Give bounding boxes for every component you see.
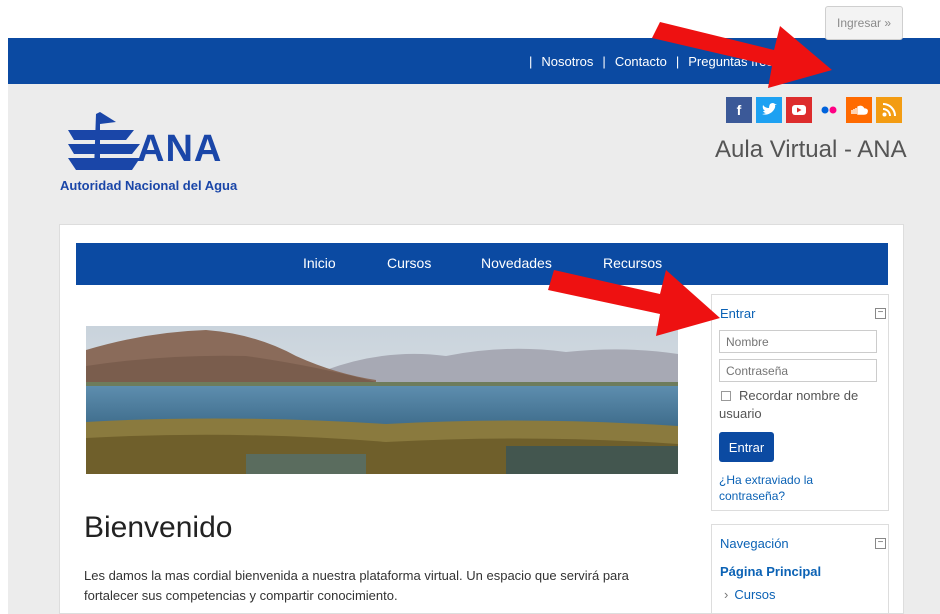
username-input[interactable]: [719, 330, 877, 353]
social-icons: f: [726, 97, 902, 123]
nav-item-recursos[interactable]: Recursos: [603, 255, 662, 271]
forgot-password-link[interactable]: ¿Ha extraviado la contraseña?: [719, 472, 869, 504]
logo-subtitle: Autoridad Nacional del Agua: [60, 178, 238, 193]
collapse-icon[interactable]: −: [875, 538, 886, 549]
nav-item-inicio[interactable]: Inicio: [303, 255, 336, 271]
logo-name: ANA: [137, 128, 223, 170]
nav-separator: |: [602, 53, 606, 69]
nav-item-novedades[interactable]: Novedades: [481, 255, 552, 271]
navigation-block-title: Navegación: [720, 536, 789, 551]
soundcloud-icon[interactable]: [846, 97, 872, 123]
flickr-icon[interactable]: [816, 97, 842, 123]
ana-wave-logo-icon: [68, 112, 140, 170]
site-name: Aula Virtual - ANA: [715, 136, 907, 163]
rss-icon[interactable]: [876, 97, 902, 123]
ana-logo[interactable]: ANA Autoridad Nacional del Agua: [60, 112, 260, 202]
nav-separator: |: [675, 53, 680, 69]
nav-separator: |: [529, 53, 533, 69]
top-bar: | Nosotros | Contacto | Preguntas frecue…: [8, 38, 940, 84]
collapse-icon[interactable]: −: [875, 308, 886, 319]
intro-text: Les damos la mas cordial bienvenida a nu…: [84, 568, 629, 603]
youtube-icon[interactable]: [786, 97, 812, 123]
login-button[interactable]: Ingresar »: [825, 6, 903, 40]
login-submit-button[interactable]: Entrar: [719, 432, 774, 462]
nav-link-cursos[interactable]: › Cursos: [724, 587, 776, 602]
top-nav: | Nosotros | Contacto | Preguntas frecue…: [520, 38, 812, 84]
nav-link-contacto[interactable]: Contacto: [615, 54, 667, 69]
login-block-title: Entrar: [720, 306, 756, 321]
twitter-icon[interactable]: [756, 97, 782, 123]
nav-link-nosotros[interactable]: Nosotros: [541, 54, 593, 69]
main-nav: Inicio Cursos Novedades Recursos: [76, 243, 888, 285]
page-title: Bienvenido: [84, 511, 233, 544]
hero-image: [86, 326, 678, 474]
nav-link-cursos-label: Cursos: [734, 587, 776, 602]
password-input[interactable]: [719, 359, 877, 382]
nav-link-preguntas[interactable]: Preguntas frecuentes: [688, 54, 812, 69]
nav-link-home[interactable]: Página Principal: [720, 564, 821, 579]
remember-label: Recordar nombre de usuario: [719, 388, 859, 421]
chevron-right-icon: ›: [724, 587, 729, 602]
nav-item-cursos[interactable]: Cursos: [387, 255, 431, 271]
facebook-icon[interactable]: f: [726, 97, 752, 123]
